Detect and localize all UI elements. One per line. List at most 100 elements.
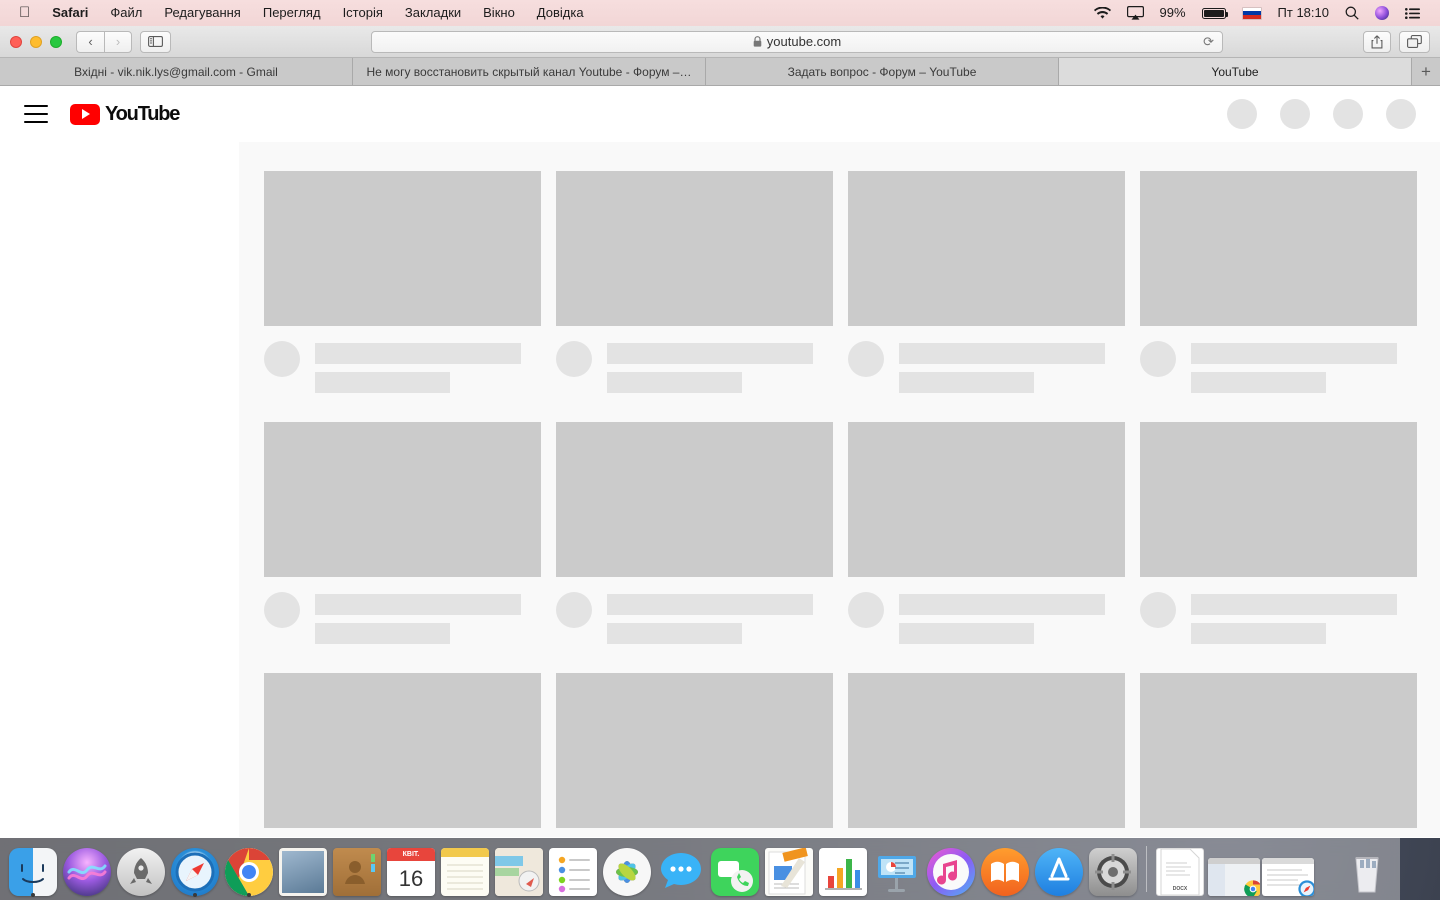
skeleton-video-grid	[264, 171, 1440, 837]
skeleton-video-card[interactable]	[1140, 422, 1432, 644]
browser-tab-forum-hidden-channel[interactable]: Не могу восстановить скрытый канал Youtu…	[353, 58, 706, 85]
dock-item-photos[interactable]	[600, 838, 654, 896]
address-bar[interactable]: youtube.com ⟳	[371, 30, 1223, 53]
skeleton-video-card[interactable]	[556, 422, 848, 644]
dock-item-chrome[interactable]	[222, 838, 276, 897]
sidebar-toggle-button[interactable]	[140, 30, 171, 53]
dock-item-docx-file[interactable]: DOCX	[1153, 838, 1207, 896]
skeleton-meta	[1140, 592, 1432, 644]
control-center-icon[interactable]	[1397, 7, 1428, 19]
dock-item-finder[interactable]	[6, 838, 60, 897]
header-placeholder-circle[interactable]	[1333, 99, 1363, 129]
skeleton-title-bar	[1191, 343, 1397, 364]
menu-item-history[interactable]: Історія	[332, 0, 394, 26]
dock-item-minimized-safari-window[interactable]	[1261, 838, 1315, 896]
skeleton-thumbnail	[264, 673, 541, 828]
dock-item-trash[interactable]	[1340, 838, 1394, 896]
skeleton-video-card[interactable]	[556, 673, 848, 837]
menu-item-bookmarks[interactable]: Закладки	[394, 0, 472, 26]
tab-title: YouTube	[1211, 64, 1259, 79]
menu-bar-left:  Safari Файл Редагування Перегляд Істор…	[8, 0, 595, 26]
skeleton-title-bar	[315, 594, 521, 615]
dock-item-messages[interactable]	[654, 838, 708, 896]
skeleton-meta	[556, 592, 848, 644]
skeleton-thumbnail	[848, 673, 1125, 828]
youtube-logo[interactable]: YouTube	[70, 102, 180, 126]
skeleton-avatar	[1140, 341, 1176, 377]
maximize-window-button[interactable]	[50, 35, 62, 48]
airplay-icon[interactable]	[1119, 6, 1152, 20]
dock-item-itunes[interactable]	[924, 838, 978, 896]
new-tab-button[interactable]: +	[1412, 58, 1440, 85]
browser-tab-youtube[interactable]: YouTube	[1059, 58, 1412, 85]
dock-item-notes[interactable]	[438, 838, 492, 896]
skeleton-subtitle-bar	[1191, 623, 1326, 644]
menu-item-file[interactable]: Файл	[99, 0, 153, 26]
menu-bar-clock[interactable]: Пт 18:10	[1270, 0, 1337, 26]
dock-item-appstore[interactable]	[1032, 838, 1086, 896]
safari-window: ‹ › youtube.com ⟳ Вхідні - vik.nik.lys@g…	[0, 26, 1440, 838]
dock-item-ibooks[interactable]	[978, 838, 1032, 896]
dock-item-maps[interactable]	[492, 838, 546, 896]
hamburger-menu-icon[interactable]	[24, 105, 48, 123]
close-window-button[interactable]	[10, 35, 22, 48]
running-indicator	[247, 893, 251, 897]
skeleton-video-card[interactable]	[556, 171, 848, 393]
dock-item-minimized-chrome-window[interactable]	[1207, 838, 1261, 896]
skeleton-video-card[interactable]	[264, 422, 556, 644]
skeleton-video-card[interactable]	[848, 171, 1140, 393]
calendar-day-label: 16	[398, 865, 424, 891]
window-controls	[10, 35, 68, 48]
youtube-wordmark: YouTube	[105, 102, 180, 125]
skeleton-avatar	[848, 592, 884, 628]
skeleton-video-card[interactable]	[264, 673, 556, 837]
skeleton-subtitle-bar	[607, 372, 742, 393]
battery-icon[interactable]	[1194, 7, 1234, 19]
dock-item-siri[interactable]	[60, 838, 114, 896]
dock-item-pages[interactable]	[762, 838, 816, 896]
dock-item-contacts[interactable]	[330, 838, 384, 896]
menu-item-edit[interactable]: Редагування	[153, 0, 252, 26]
menu-bar-status: 99% Пт 18:10	[1086, 0, 1432, 26]
header-placeholder-circle[interactable]	[1386, 99, 1416, 129]
dock-item-safari[interactable]	[168, 838, 222, 897]
menu-item-help[interactable]: Довідка	[526, 0, 595, 26]
forward-button[interactable]: ›	[104, 30, 132, 53]
show-all-tabs-button[interactable]	[1399, 30, 1430, 53]
menu-item-view[interactable]: Перегляд	[252, 0, 332, 26]
skeleton-video-card[interactable]	[264, 171, 556, 393]
dock-item-launchpad[interactable]	[114, 838, 168, 896]
dock-item-system-preferences[interactable]	[1086, 838, 1140, 896]
browser-tab-forum-ask[interactable]: Задать вопрос - Форум – YouTube	[706, 58, 1059, 85]
dock-item-facetime[interactable]	[708, 838, 762, 896]
wifi-icon[interactable]	[1086, 6, 1119, 20]
minimize-window-button[interactable]	[30, 35, 42, 48]
dock-item-calendar[interactable]: КВІТ. 16	[384, 838, 438, 896]
dock-item-reminders[interactable]	[546, 838, 600, 896]
siri-icon[interactable]	[1367, 6, 1397, 20]
skeleton-title-bar	[607, 594, 813, 615]
dock-item-keynote[interactable]	[870, 838, 924, 896]
browser-tab-gmail[interactable]: Вхідні - vik.nik.lys@gmail.com - Gmail	[0, 58, 353, 85]
running-indicator	[193, 893, 197, 897]
header-placeholder-circle[interactable]	[1227, 99, 1257, 129]
reload-icon[interactable]: ⟳	[1203, 34, 1214, 50]
dock-item-numbers[interactable]	[816, 838, 870, 896]
share-button[interactable]	[1363, 30, 1391, 53]
menu-item-window[interactable]: Вікно	[472, 0, 526, 26]
spotlight-search-icon[interactable]	[1337, 6, 1367, 20]
skeleton-video-card[interactable]	[848, 673, 1140, 837]
skeleton-subtitle-bar	[315, 372, 450, 393]
skeleton-video-card[interactable]	[848, 422, 1140, 644]
menu-item-safari[interactable]: Safari	[41, 0, 99, 26]
skeleton-video-card[interactable]	[1140, 171, 1432, 393]
input-source-flag-icon[interactable]	[1234, 6, 1270, 20]
dock-item-mail[interactable]	[276, 838, 330, 896]
skeleton-video-card[interactable]	[1140, 673, 1432, 837]
tab-title: Вхідні - vik.nik.lys@gmail.com - Gmail	[74, 64, 278, 79]
header-placeholder-circle[interactable]	[1280, 99, 1310, 129]
apple-menu-icon[interactable]: 	[8, 0, 41, 26]
address-bar-content: youtube.com	[753, 34, 841, 49]
back-button[interactable]: ‹	[76, 30, 104, 53]
lock-icon	[753, 36, 762, 47]
